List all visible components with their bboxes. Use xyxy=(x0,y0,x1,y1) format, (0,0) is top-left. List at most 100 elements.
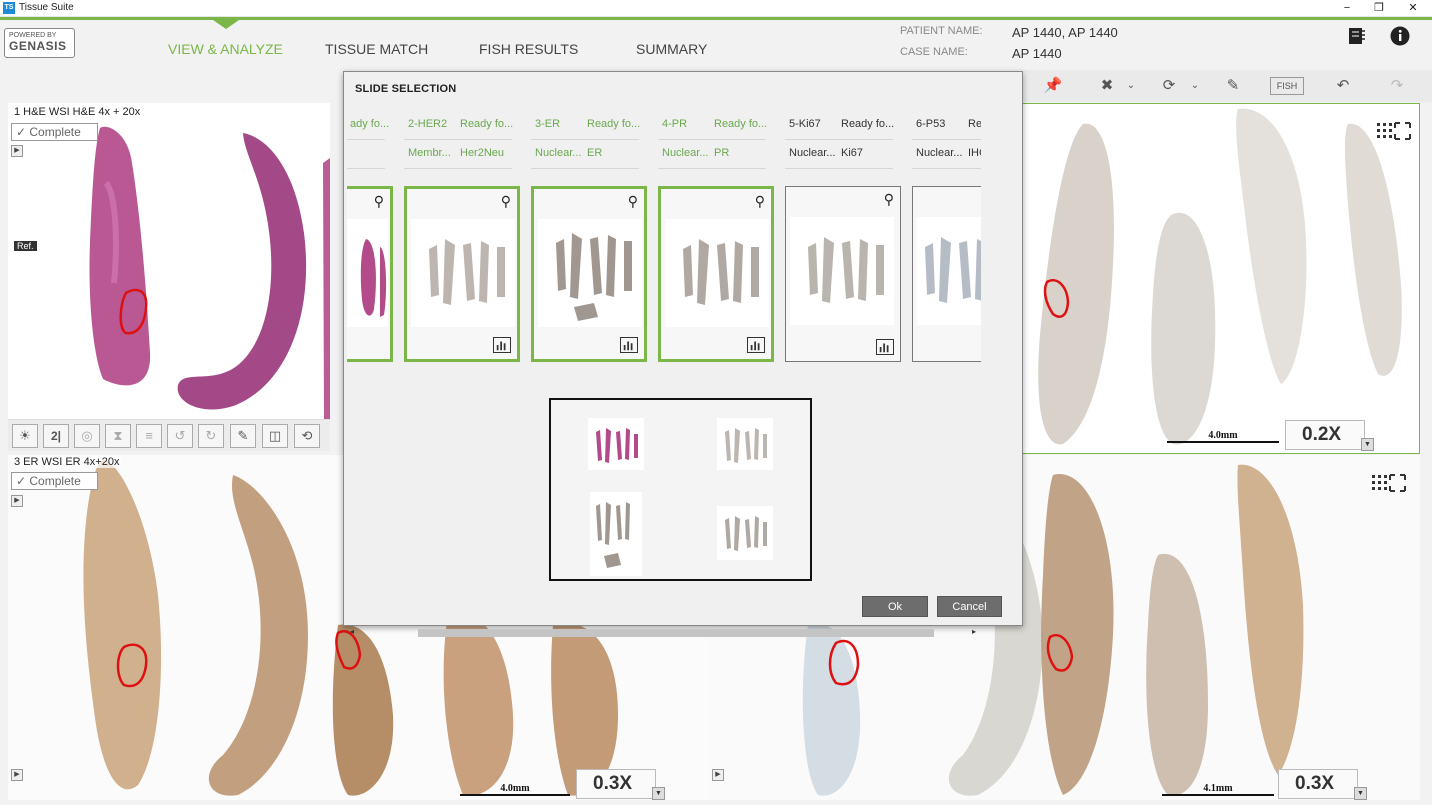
slide-stain-type: Membr... xyxy=(408,147,451,159)
ok-button[interactable]: Ok xyxy=(862,596,928,617)
close-window-button[interactable]: ✕ xyxy=(1398,0,1428,17)
rotate-icon[interactable]: ↺ xyxy=(167,424,193,448)
rotate-cancel-icon[interactable]: ↻ xyxy=(198,424,224,448)
tab-tissue-match[interactable]: TISSUE MATCH xyxy=(325,41,428,57)
slide-column[interactable]: 3-ER Ready fo... Nuclear... ER ⚲ xyxy=(531,112,647,362)
unpin-icon[interactable]: ✖ xyxy=(1090,75,1124,97)
zoom-level[interactable]: 0.3X xyxy=(576,769,656,799)
stats-icon[interactable] xyxy=(620,337,638,353)
play-toggle[interactable]: ▶ xyxy=(712,769,724,781)
scroll-thumb[interactable] xyxy=(418,629,934,637)
he-tissue-image xyxy=(89,126,330,419)
case-name-label: CASE NAME: xyxy=(900,46,968,58)
brightness-icon[interactable]: ☀ xyxy=(12,424,38,448)
info-icon[interactable] xyxy=(1390,26,1410,46)
horizontal-scrollbar[interactable]: ◂ ▸ xyxy=(344,627,1024,637)
slide-stain-type: Nuclear... xyxy=(535,147,582,159)
tile-label: 3 ER WSI ER 4x+20x xyxy=(12,456,122,468)
scroll-left-icon[interactable]: ◂ xyxy=(350,627,354,636)
viewer-tile-top-right[interactable]: 4.0mm 0.2X ▼ xyxy=(1022,103,1420,454)
slide-card[interactable]: ⚲ xyxy=(658,186,774,362)
preview-thumb-pr xyxy=(717,506,773,560)
tab-summary[interactable]: SUMMARY xyxy=(636,41,707,57)
slide-card[interactable]: ⚲ xyxy=(785,186,901,362)
2d-icon[interactable]: 2| xyxy=(43,424,69,448)
pin-icon[interactable]: ⚲ xyxy=(501,193,511,210)
slide-marker: PR xyxy=(714,147,730,159)
play-toggle[interactable]: ▶ xyxy=(11,769,23,781)
undo-icon[interactable]: ↶ xyxy=(1326,75,1360,97)
slide-status: Rea xyxy=(968,118,981,130)
zoom-dropdown[interactable]: ▼ xyxy=(1361,438,1374,451)
slide-column[interactable]: 2-HER2 Ready fo... Membr... Her2Neu ⚲ xyxy=(404,112,520,362)
slide-card[interactable]: ⚲ xyxy=(531,186,647,362)
slide-strip: ady fo... ⚲ 2-HER2 Ready fo... Membr... … xyxy=(347,112,981,362)
selection-preview xyxy=(549,398,812,581)
overlay-icon[interactable]: ◎ xyxy=(74,424,100,448)
expand-toggle[interactable]: ▶ xyxy=(11,145,23,157)
expand-toggle[interactable]: ▶ xyxy=(11,495,23,507)
slide-column[interactable]: 6-P53 Rea Nuclear... IHC xyxy=(912,112,981,362)
slide-card[interactable]: ⚲ xyxy=(347,186,393,362)
zoom-level[interactable]: 0.3X xyxy=(1278,769,1358,799)
slide-column[interactable]: 4-PR Ready fo... Nuclear... PR ⚲ xyxy=(658,112,774,362)
note-icon[interactable]: ✎ xyxy=(230,424,256,448)
tissue-image xyxy=(1038,108,1402,445)
report-icon[interactable] xyxy=(1346,26,1366,46)
status-badge[interactable]: ✓ Complete xyxy=(11,123,98,141)
stats-icon[interactable] xyxy=(876,339,894,355)
status-text: Complete xyxy=(29,125,81,139)
preview-thumb-er xyxy=(590,492,642,576)
logo-brand: GENASIS xyxy=(9,39,67,53)
slide-status: Ready fo... xyxy=(714,118,768,130)
viewer-toolbar: ☀ 2| ◎ ⧗ ≡ ↺ ↻ ✎ ◫ ⟲ xyxy=(8,419,330,451)
scroll-right-icon[interactable]: ▸ xyxy=(972,627,976,636)
stats-icon[interactable] xyxy=(747,337,765,353)
patient-name-value: AP 1440, AP 1440 xyxy=(1012,25,1118,40)
cancel-button[interactable]: Cancel xyxy=(937,596,1002,617)
pin-icon[interactable]: ⚲ xyxy=(755,193,765,210)
preview-thumb-he xyxy=(588,418,644,470)
split-icon[interactable]: ◫ xyxy=(262,424,288,448)
tab-fish-results[interactable]: FISH RESULTS xyxy=(479,41,578,57)
sync-icon[interactable]: ⟳ xyxy=(1152,75,1186,97)
redo-icon[interactable]: ↷ xyxy=(1380,75,1414,97)
slide-stain-type: Nuclear... xyxy=(662,147,709,159)
fullscreen-icon[interactable] xyxy=(1372,473,1406,495)
zoom-dropdown[interactable]: ▼ xyxy=(1354,787,1367,800)
slide-column[interactable]: ady fo... ⚲ xyxy=(347,112,393,362)
status-badge[interactable]: ✓ Complete xyxy=(11,472,98,490)
slide-card[interactable]: ⚲ xyxy=(404,186,520,362)
fullscreen-icon[interactable] xyxy=(1377,121,1411,143)
slide-stain-type: Nuclear... xyxy=(916,147,963,159)
reset-icon[interactable]: ⟲ xyxy=(294,424,320,448)
chevron-down-icon[interactable]: ⌄ xyxy=(1188,75,1202,97)
fish-icon[interactable]: FISH xyxy=(1270,77,1304,95)
zoom-dropdown[interactable]: ▼ xyxy=(652,787,665,800)
slide-marker: Ki67 xyxy=(841,147,864,159)
case-name-value: AP 1440 xyxy=(1012,46,1062,61)
pin-icon[interactable]: 📌 xyxy=(1036,75,1070,97)
pin-icon[interactable]: ⚲ xyxy=(628,193,638,210)
slide-status: Ready fo... xyxy=(460,118,514,130)
minimize-button[interactable]: − xyxy=(1332,0,1362,17)
genasis-logo: POWERED BY GENASIS xyxy=(4,28,75,58)
slide-stain-type: Nuclear... xyxy=(789,147,836,159)
tile-label: 1 H&E WSI H&E 4x + 20x xyxy=(12,106,143,118)
tab-view-analyze[interactable]: VIEW & ANALYZE xyxy=(168,41,283,57)
pin-icon[interactable]: ⚲ xyxy=(884,191,894,208)
slide-status: ady fo... xyxy=(350,118,390,130)
chevron-down-icon[interactable]: ⌄ xyxy=(1124,75,1138,97)
scale-bar: 4.1mm xyxy=(1162,784,1274,796)
mirror-icon[interactable]: ⧗ xyxy=(105,424,131,448)
restore-button[interactable]: ❐ xyxy=(1364,0,1394,17)
zoom-level[interactable]: 0.2X xyxy=(1285,420,1365,450)
align-icon[interactable]: ≡ xyxy=(136,424,162,448)
viewer-tile-he[interactable]: 1 H&E WSI H&E 4x + 20x ✓ Complete ▶ Ref. xyxy=(8,103,330,419)
window-titlebar: TS Tissue Suite − ❐ ✕ xyxy=(0,0,1432,17)
stats-icon[interactable] xyxy=(493,337,511,353)
pin-icon[interactable]: ⚲ xyxy=(374,193,384,210)
slide-column[interactable]: 5-Ki67 Ready fo... Nuclear... Ki67 ⚲ xyxy=(785,112,901,362)
note-icon[interactable]: ✎ xyxy=(1216,75,1250,97)
slide-card[interactable] xyxy=(912,186,981,362)
